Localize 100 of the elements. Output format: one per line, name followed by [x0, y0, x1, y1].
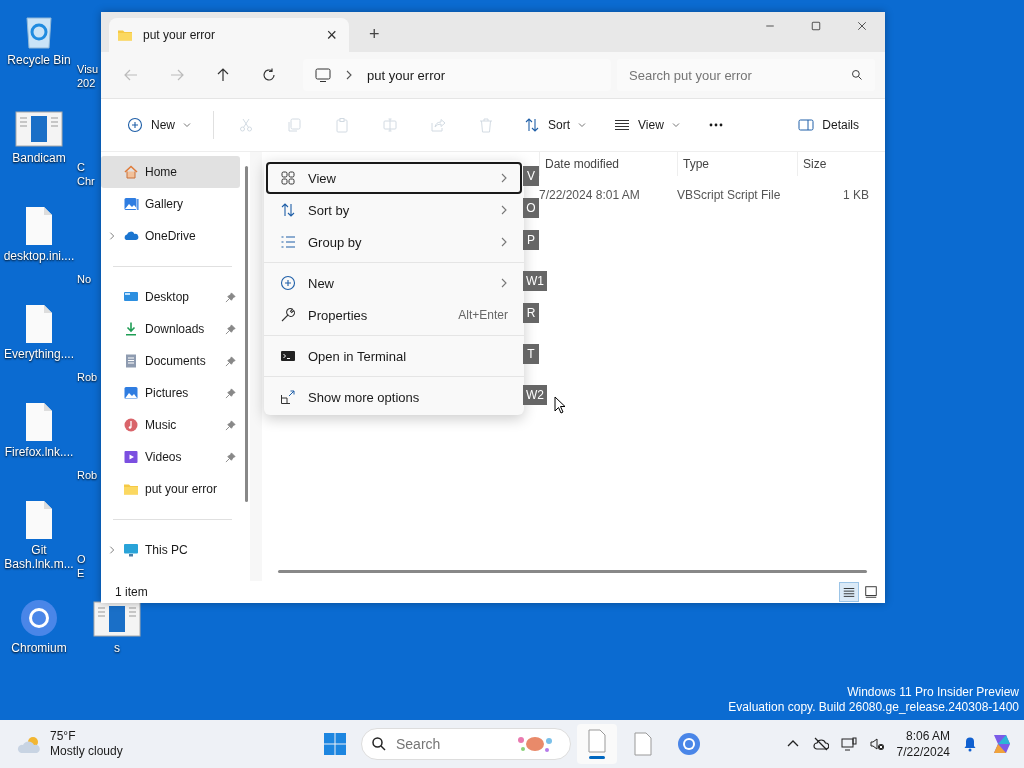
desktop-icon-label[interactable]: Chromium [11, 641, 67, 655]
view-button[interactable]: View [602, 107, 692, 143]
picture-icon [123, 385, 139, 401]
desktop-icon-label[interactable]: Rob [77, 468, 98, 482]
music-icon [123, 417, 139, 433]
expand-chevron-icon [107, 544, 117, 556]
new-tab-button[interactable]: + [363, 23, 386, 46]
chromium-icon [677, 732, 701, 756]
pin-icon [225, 451, 236, 463]
desktop-icon-label[interactable]: C Chr [77, 160, 95, 188]
new-button[interactable]: New [115, 107, 203, 143]
menu-item[interactable]: Sort by [266, 194, 522, 226]
desktop-icon-label[interactable]: Git Bash.lnk.m... [4, 543, 74, 571]
desktop-icon-label[interactable]: O E [77, 552, 86, 580]
details-view-button[interactable] [839, 582, 859, 602]
wrench-icon [280, 307, 296, 323]
sort-button[interactable]: Sort [512, 107, 599, 143]
sidebar-item[interactable]: put your error [101, 473, 240, 505]
search-icon [851, 69, 863, 81]
tab-close-button[interactable]: × [322, 24, 341, 46]
forward-arrow-icon [169, 67, 185, 83]
sidebar-item[interactable]: Music [101, 409, 240, 441]
desktop-icon-label[interactable]: desktop.ini.... [3, 249, 75, 263]
breadcrumb[interactable]: put your error [367, 67, 446, 83]
sidebar-item[interactable]: OneDrive [101, 220, 240, 252]
table-cell-text: 1 KB [842, 188, 869, 202]
desktop-icon-label[interactable]: s [114, 641, 120, 655]
list-icon [280, 234, 296, 250]
taskbar-search-field[interactable]: Search [361, 728, 571, 760]
window-icon [15, 108, 63, 148]
chevron-right-icon [500, 278, 508, 288]
menu-item[interactable]: Open in Terminal [266, 340, 522, 372]
expand-icon [280, 389, 296, 405]
caret-icon [671, 122, 680, 128]
cursor-icon [554, 396, 566, 414]
bell-icon [962, 736, 978, 752]
weather-condition: Mostly cloudy [50, 744, 123, 759]
chevron-right-icon [500, 205, 508, 215]
table-cell-text: 7/22/2024 8:01 AM [539, 188, 641, 202]
sidebar-item[interactable]: Desktop [101, 281, 240, 313]
menu-item[interactable]: Show more options [266, 381, 522, 413]
cloud-off-icon [812, 736, 829, 752]
house-icon [123, 164, 139, 180]
pin-icon [225, 387, 236, 399]
sidebar-item[interactable]: Home [101, 156, 240, 188]
column-header[interactable]: Size [797, 152, 877, 176]
document-icon [123, 353, 139, 369]
evaluation-watermark: Windows 11 Pro Insider Preview Evaluation copy. Build 26080.ge_release.240308-1400 [728, 685, 1019, 715]
speaker-muted-icon [868, 736, 885, 752]
chevron-right-icon [500, 237, 508, 247]
desktop-icon-label[interactable]: Rob [77, 370, 98, 384]
sidebar-item[interactable]: Videos [101, 441, 240, 473]
download-icon [123, 321, 139, 337]
pin-icon [225, 323, 236, 335]
desktop-icon-label[interactable]: Recycle Bin [7, 53, 71, 67]
chevron-right-icon [345, 70, 353, 80]
sidebar-item[interactable]: Downloads [101, 313, 240, 345]
menu-item[interactable]: New [266, 267, 522, 299]
desktop-icon-label[interactable]: Visu 202 [77, 62, 99, 90]
desktop-icon-label[interactable]: Firefox.lnk.... [4, 445, 74, 459]
menu-item[interactable]: Group by [266, 226, 522, 258]
caret-icon [578, 122, 587, 128]
sidebar-item[interactable]: This PC [101, 534, 240, 566]
gallery-icon [123, 196, 139, 212]
sidebar-item[interactable]: Gallery [101, 188, 240, 220]
menu-item[interactable]: View [266, 162, 522, 194]
back-arrow-icon [123, 67, 139, 83]
monitor-icon [315, 67, 331, 83]
plus-circle-icon [280, 275, 296, 291]
file-icon [631, 732, 655, 756]
table-cell-text: VBScript Script File [677, 188, 782, 202]
desktop-icon-label[interactable]: Bandicam [12, 151, 66, 165]
pin-icon [225, 419, 236, 431]
taskbar-app-button[interactable] [577, 724, 617, 764]
desktop-icon-label[interactable]: Everything.... [4, 347, 74, 361]
details-button[interactable]: Details [786, 107, 871, 143]
caret-icon [183, 122, 191, 128]
windows-logo-icon [323, 732, 347, 756]
computer-icon [123, 542, 139, 558]
column-header[interactable]: Type [677, 152, 797, 176]
lines-icon [842, 585, 856, 599]
maximize-icon [810, 20, 822, 32]
access-key-badge: O [523, 198, 539, 218]
desktop-icon-label[interactable]: No [77, 272, 92, 286]
search-icon [371, 736, 387, 752]
access-key-badge: T [523, 344, 539, 364]
sidebar-item[interactable]: Pictures [101, 377, 240, 409]
clock[interactable]: 8:06 AM 7/22/2024 [896, 728, 950, 760]
refresh-icon [261, 67, 277, 83]
temperature: 75°F [50, 729, 77, 744]
sidebar-item[interactable]: Documents [101, 345, 240, 377]
pin-icon [225, 355, 236, 367]
folder-tab[interactable]: put your error × [109, 18, 349, 52]
chromium-icon [19, 598, 59, 638]
menu-item[interactable]: Properties Alt+Enter [266, 299, 522, 331]
access-key-badge: V [523, 166, 539, 186]
chevron-right-icon [500, 173, 508, 183]
network-icon [840, 736, 857, 752]
pin-icon [225, 291, 236, 303]
terminal-icon [280, 348, 296, 364]
